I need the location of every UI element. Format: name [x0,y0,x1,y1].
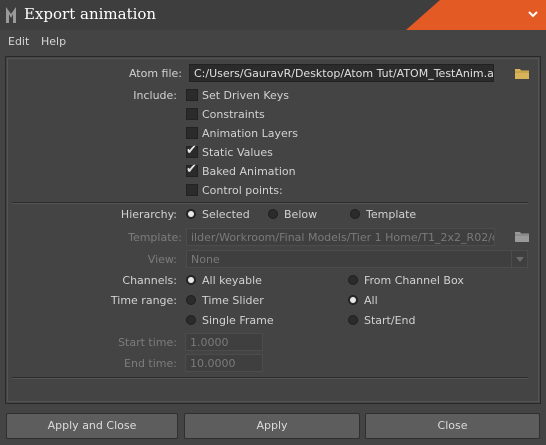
time-all-radio[interactable] [348,295,358,305]
start-time-label: Start time: [118,336,177,349]
include-label: Include: [133,89,177,102]
dropdown-arrow-icon [511,251,527,267]
title-bar: Export animation [0,0,546,30]
folder-icon[interactable] [515,68,529,79]
channels-all-keyable-radio[interactable] [186,275,196,285]
checkmark-icon: ✔ [186,162,197,177]
hierarchy-selected-radio[interactable] [186,209,196,219]
animation-layers-checkbox[interactable] [186,127,198,139]
view-dropdown[interactable]: None [186,250,528,268]
static-values-checkbox[interactable]: ✔ [186,143,198,158]
title-accent [406,0,546,30]
start-time-field[interactable]: 1.0000 [185,333,263,351]
time-range-label: Time range: [110,294,177,307]
constraints-label: Constraints [202,108,265,121]
separator [12,377,528,379]
control-points-label: Control points: [202,184,283,197]
menu-bar: Edit Help [0,30,546,52]
view-value: None [191,253,220,266]
control-points-checkbox[interactable] [186,184,198,196]
hierarchy-below-radio[interactable] [268,209,278,219]
start-end-label: Start/End [364,314,416,327]
hierarchy-template-label: Template [366,208,417,221]
menu-help[interactable]: Help [41,35,66,48]
hierarchy-label: Hierarchy: [120,208,177,221]
static-values-label: Static Values [202,146,273,159]
apply-and-close-button[interactable]: Apply and Close [6,413,178,439]
close-button[interactable]: Close [365,413,540,439]
template-label: Template: [128,231,182,244]
baked-animation-label: Baked Animation [202,165,296,178]
chevron-down-icon[interactable] [527,8,539,20]
animation-layers-label: Animation Layers [202,127,298,140]
separator [12,202,528,204]
channels-all-keyable-label: All keyable [202,274,262,287]
apply-button[interactable]: Apply [184,413,360,439]
maya-app-icon [6,7,16,23]
set-driven-keys-checkbox[interactable] [186,89,198,101]
menu-edit[interactable]: Edit [8,35,29,48]
atom-file-field[interactable]: C:/Users/GauravR/Desktop/Atom Tut/ATOM_T… [189,64,494,82]
single-frame-radio[interactable] [186,315,196,325]
time-slider-label: Time Slider [202,294,264,307]
end-time-field[interactable]: 10.0000 [185,354,263,372]
channels-label: Channels: [122,274,177,287]
hierarchy-below-label: Below [284,208,318,221]
view-label: View: [147,253,177,266]
window-title: Export animation [24,5,157,23]
template-field[interactable]: ilder/Workroom/Final Models/Tier 1 Home/… [186,228,495,246]
atom-file-label: Atom file: [128,67,182,80]
constraints-checkbox[interactable] [186,108,198,120]
hierarchy-selected-label: Selected [202,208,250,221]
single-frame-label: Single Frame [202,314,274,327]
end-time-label: End time: [124,357,177,370]
time-slider-radio[interactable] [186,295,196,305]
set-driven-keys-label: Set Driven Keys [202,89,290,102]
channels-from-channel-box-radio[interactable] [348,275,358,285]
start-end-radio[interactable] [348,315,358,325]
checkmark-icon: ✔ [186,143,197,158]
folder-icon[interactable] [515,231,529,242]
channels-from-channel-box-label: From Channel Box [364,274,464,287]
time-all-label: All [364,294,378,307]
baked-animation-checkbox[interactable]: ✔ [186,162,198,177]
hierarchy-template-radio[interactable] [350,209,360,219]
